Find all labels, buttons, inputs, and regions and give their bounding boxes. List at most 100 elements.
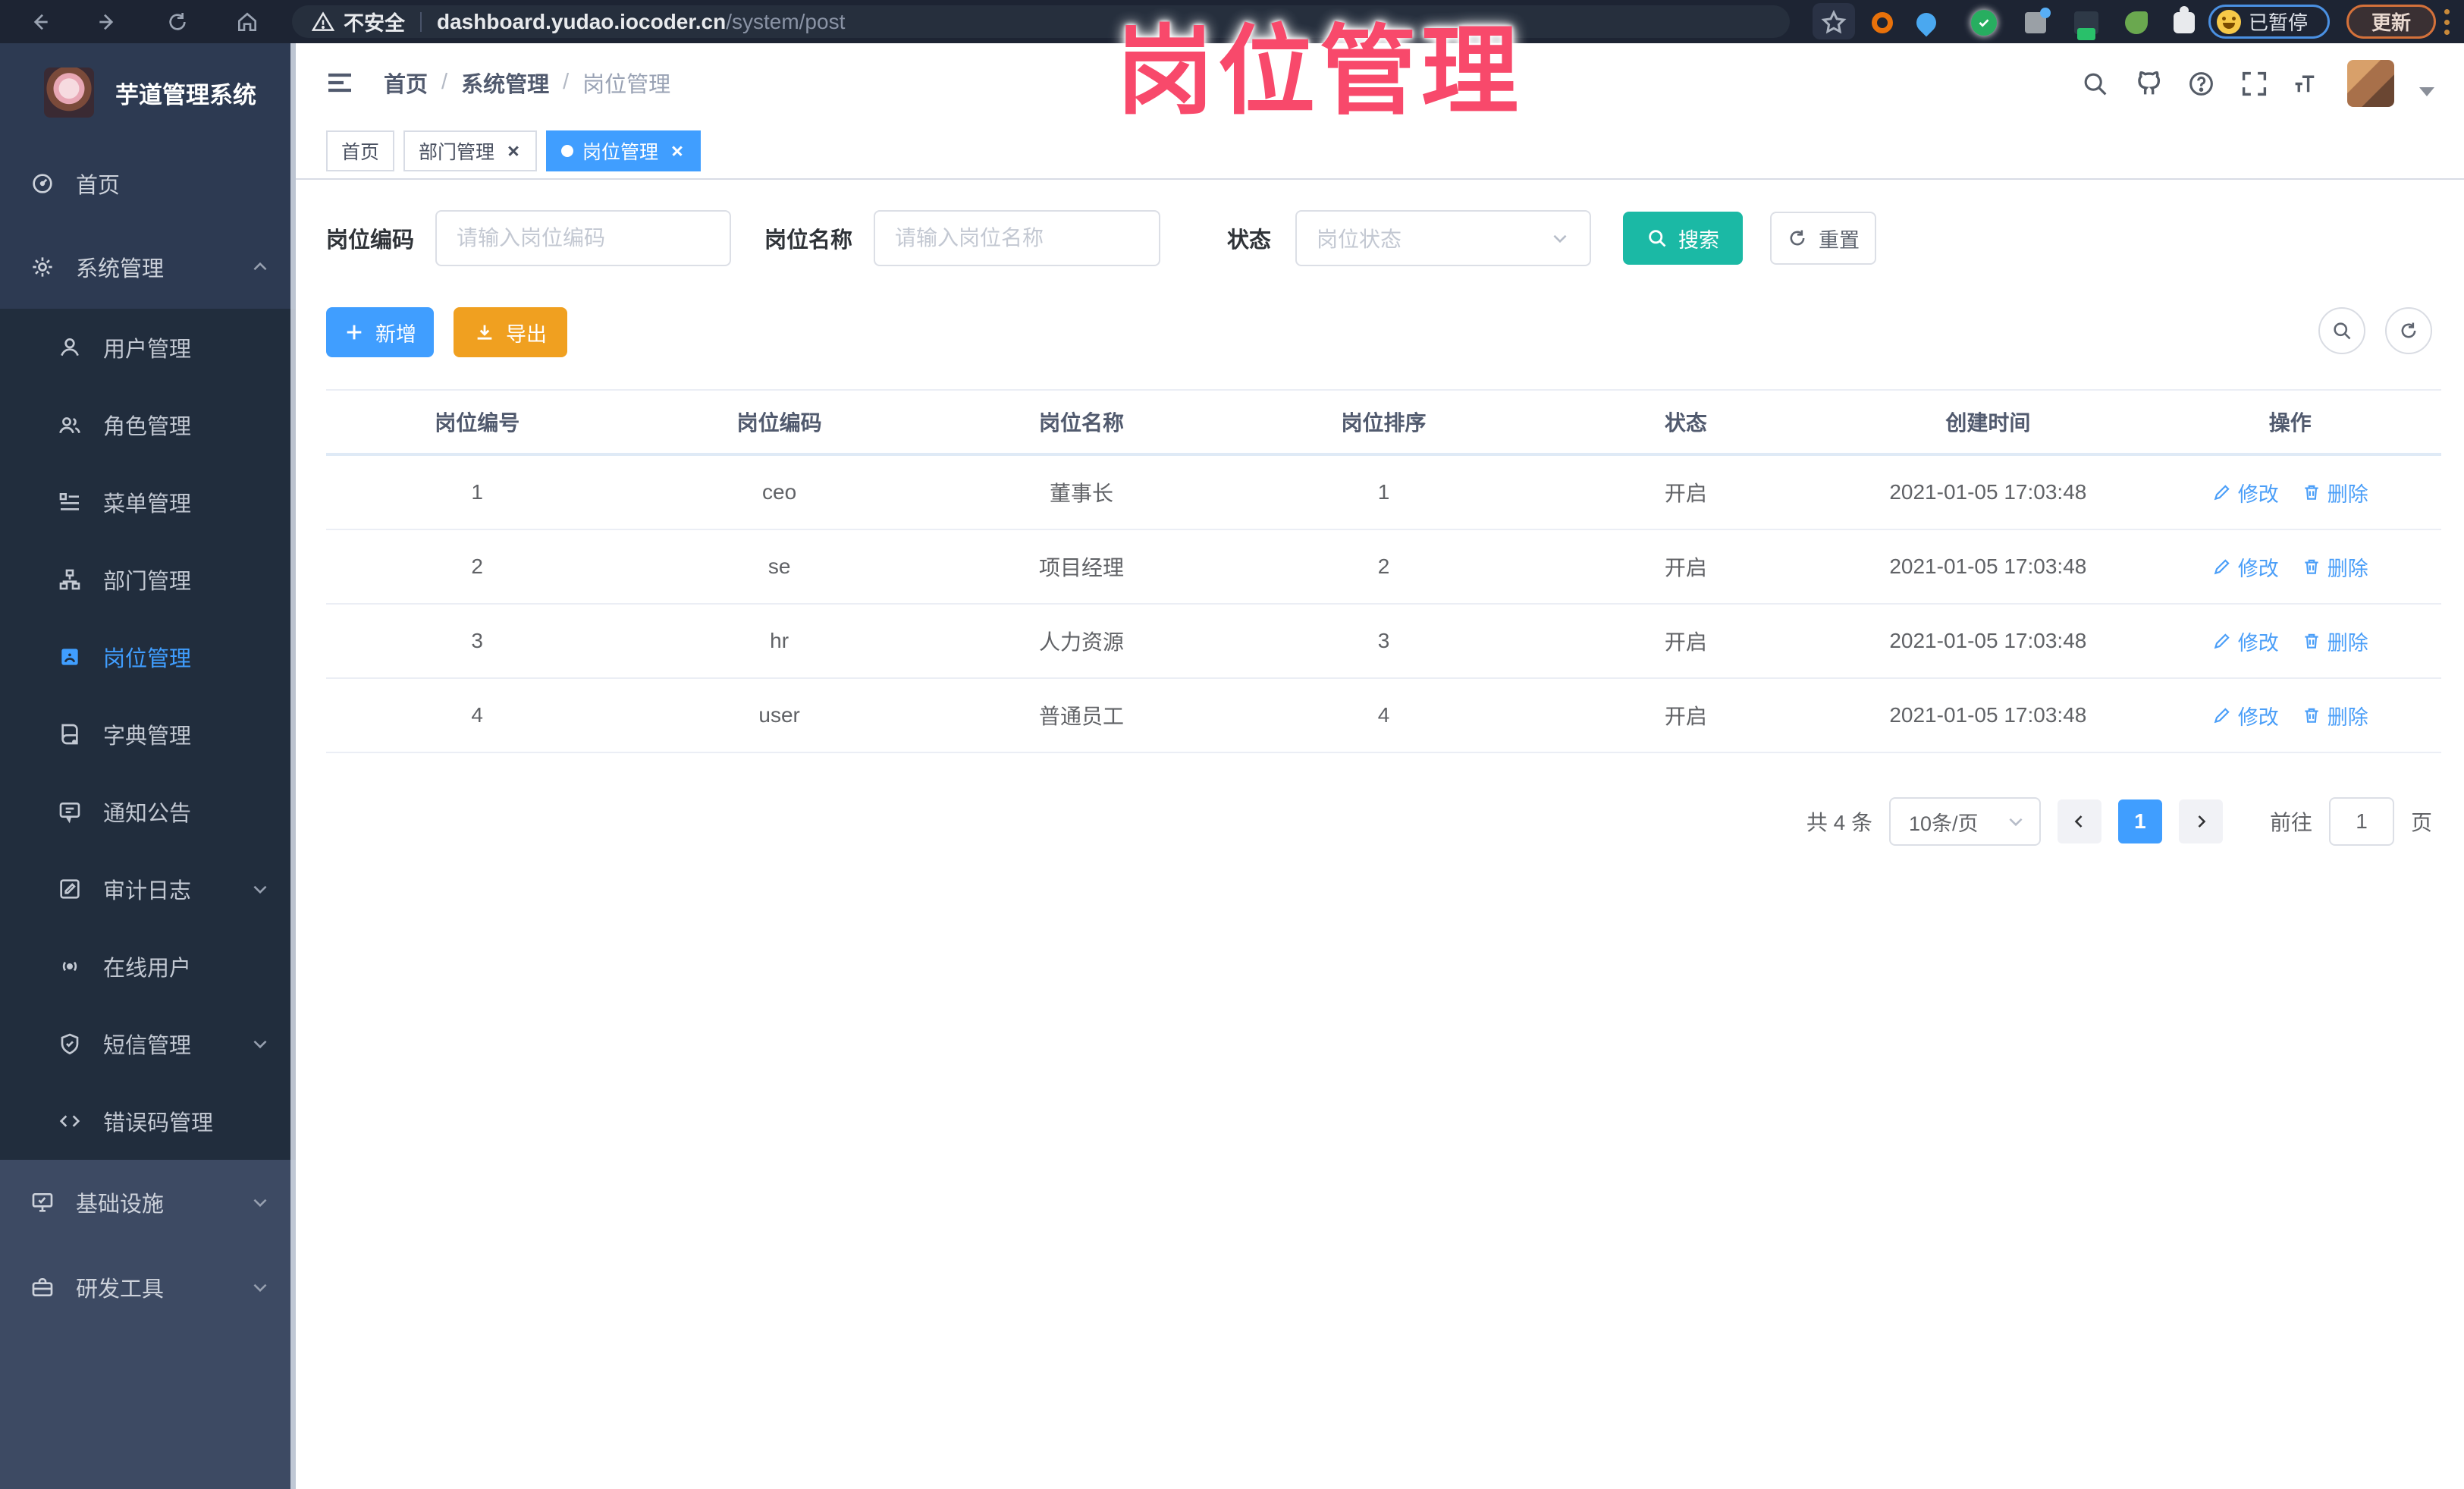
sidebar-item-notice[interactable]: 通知公告 [0,773,296,850]
tab-post[interactable]: 岗位管理 [546,130,702,171]
col-header: 状态 [1664,411,1707,435]
prev-page-button[interactable] [2057,799,2101,843]
sidebar-toggle-icon[interactable] [325,68,356,98]
page-unit-label: 页 [2410,811,2432,834]
extension-orange-ring-icon[interactable] [1869,9,1896,36]
help-icon[interactable] [2184,67,2218,100]
tab-dept[interactable]: 部门管理 [403,130,538,171]
delete-link[interactable]: 删除 [2302,627,2368,656]
toolbox-icon [29,1274,56,1301]
caret-down-icon[interactable] [2419,87,2434,96]
paused-label: 已暂停 [2249,11,2309,34]
extension-green-check-icon[interactable] [1970,9,1998,36]
font-size-icon[interactable] [2289,67,2322,100]
chevron-down-icon [250,1277,270,1297]
extensions-puzzle-icon[interactable] [2171,6,2198,36]
col-header: 岗位编码 [736,411,822,435]
status-label: 状态 [1227,228,1272,253]
gear-icon [29,253,56,281]
avatar[interactable] [2347,60,2394,107]
sidebar-item-menus[interactable]: 菜单管理 [0,463,296,541]
col-header: 操作 [2268,411,2312,435]
sidebar-item-dev-tools[interactable]: 研发工具 [0,1245,296,1330]
table-row: 3 hr 人力资源 3 开启 2021-01-05 17:03:48 修改 删除 [326,605,2441,679]
sidebar-item-users[interactable]: 用户管理 [0,309,296,386]
search-button[interactable]: 搜索 [1623,212,1744,265]
delete-link[interactable]: 删除 [2302,478,2368,507]
goto-page-input[interactable] [2328,797,2394,846]
post-code-input[interactable] [435,210,732,266]
url-host: dashboard.yudao.iocoder.cn [437,9,727,33]
github-icon[interactable] [2131,67,2164,100]
next-page-button[interactable] [2178,799,2223,843]
browser-forward-icon[interactable] [93,7,123,37]
browser-home-icon[interactable] [232,7,262,37]
tags-view-bar: 首页 部门管理 岗位管理 [296,121,2464,180]
tab-home[interactable]: 首页 [326,130,395,171]
table-row: 2 se 项目经理 2 开启 2021-01-05 17:03:48 修改 删除 [326,530,2441,605]
sidebar-item-infrastructure[interactable]: 基础设施 [0,1160,296,1245]
close-icon[interactable] [505,143,522,159]
breadcrumb: 首页 / 系统管理 / 岗位管理 [384,43,670,121]
not-secure-label: 不安全 [344,12,405,35]
app-logo [44,68,94,118]
page-content: 岗位编码 岗位名称 状态 岗位状态 搜索 重置 新增 [296,181,2464,1489]
sidebar-item-audit-log[interactable]: 审计日志 [0,850,296,928]
close-icon[interactable] [669,143,686,159]
browser-menu-icon[interactable] [2444,9,2450,35]
sidebar-item-departments[interactable]: 部门管理 [0,541,296,618]
breadcrumb-system[interactable]: 系统管理 [461,67,549,99]
peoples-icon [56,411,83,438]
sidebar-item-sms[interactable]: 短信管理 [0,1005,296,1082]
search-icon[interactable] [2078,67,2111,100]
page-number-button[interactable]: 1 [2117,799,2162,843]
browser-url-bar[interactable]: 不安全 dashboard.yudao.iocoder.cn /system/p… [292,5,1790,38]
org-tree-icon [56,566,83,593]
extension-green-leaf-icon[interactable] [2123,9,2150,36]
extension-blue-pin-icon[interactable] [1912,8,1941,37]
update-label: 更新 [2371,11,2411,34]
browser-update-button[interactable]: 更新 [2346,5,2436,39]
sidebar-item-dict[interactable]: 字典管理 [0,696,296,773]
col-header: 岗位名称 [1039,411,1125,435]
monitor-icon [29,1189,56,1216]
edit-link[interactable]: 修改 [2212,478,2279,507]
toggle-search-button[interactable] [2318,307,2365,354]
refresh-button[interactable] [2385,307,2432,354]
browser-back-icon[interactable] [24,7,55,37]
main-area: 首页 / 系统管理 / 岗位管理 首页 部门管理 岗位管理 岗位编码 请输入岗位… [296,43,2464,1489]
delete-link[interactable]: 删除 [2302,701,2368,730]
chevron-down-icon [250,1034,270,1054]
edit-link[interactable]: 修改 [2212,627,2279,656]
sidebar-item-error-codes[interactable]: 错误码管理 [0,1082,296,1160]
page-size-select[interactable]: 10条/页 [1888,797,2041,846]
delete-link[interactable]: 删除 [2302,552,2368,582]
extension-dark-badge-icon[interactable] [2073,9,2100,40]
app-logo-row[interactable]: 芋道管理系统 [0,43,296,142]
total-count: 共 4 条 [1806,811,1872,834]
sidebar-item-online-users[interactable]: 在线用户 [0,928,296,1005]
browser-reload-icon[interactable] [162,7,193,37]
export-button[interactable]: 导出 [454,307,567,357]
add-button[interactable]: 新增 [326,307,434,357]
post-name-input[interactable] [874,210,1161,266]
sidebar-item-posts[interactable]: 岗位管理 [0,618,296,696]
menu-list-icon [56,488,83,516]
fullscreen-icon[interactable] [2237,67,2271,100]
sidebar-item-roles[interactable]: 角色管理 [0,386,296,463]
reset-button[interactable]: 重置 [1770,212,1877,265]
browser-toolbar: 不安全 dashboard.yudao.iocoder.cn /system/p… [0,0,2464,43]
post-code-label: 岗位编码 [326,228,415,253]
sidebar-item-home[interactable]: 首页 [0,142,296,225]
sidebar-scrollbar[interactable] [290,43,296,1489]
table-header-row: 岗位编号 岗位编码 岗位名称 岗位排序 状态 创建时间 操作 [326,389,2441,456]
breadcrumb-home[interactable]: 首页 [384,67,428,99]
extension-grid-icon[interactable] [2022,8,2051,36]
extension-paused-pill[interactable]: 已暂停 [2208,5,2330,39]
edit-link[interactable]: 修改 [2212,701,2279,730]
sidebar-item-system[interactable]: 系统管理 [0,225,296,309]
bookmark-star-icon[interactable] [1820,9,1847,36]
app-header: 首页 / 系统管理 / 岗位管理 [296,43,2464,121]
status-select[interactable]: 岗位状态 [1295,210,1592,266]
edit-link[interactable]: 修改 [2212,552,2279,582]
